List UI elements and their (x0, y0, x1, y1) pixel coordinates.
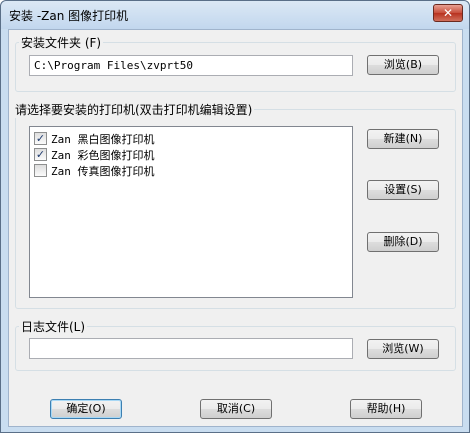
printer-checkbox[interactable]: ✓ (34, 148, 47, 161)
printer-checkbox[interactable] (34, 164, 47, 177)
printer-list-item[interactable]: ✓ Zan 彩色图像打印机 (34, 147, 155, 162)
printer-settings-button[interactable]: 设置(S) (367, 180, 439, 200)
printer-list-item[interactable]: Zan 传真图像打印机 (34, 163, 155, 178)
cancel-button[interactable]: 取消(C) (200, 399, 272, 419)
log-file-label: 日志文件(L) (19, 318, 88, 335)
printer-label: Zan 传真图像打印机 (51, 164, 155, 178)
printer-selection-label: 请选择要安装的打印机(双击打印机编辑设置) (13, 101, 255, 118)
install-folder-browse-button[interactable]: 浏览(B) (367, 55, 439, 75)
new-printer-button[interactable]: 新建(N) (367, 129, 439, 149)
installer-window: 安装 -Zan 图像打印机 ✕ 安装文件夹 (F) C:\Program Fil… (0, 0, 470, 433)
delete-printer-button[interactable]: 删除(D) (367, 232, 439, 252)
close-button[interactable]: ✕ (433, 4, 463, 22)
printer-list[interactable]: ✓ Zan 黑白图像打印机 ✓ Zan 彩色图像打印机 Zan 传真图像打印机 (29, 126, 353, 298)
close-icon: ✕ (442, 6, 454, 20)
ok-button[interactable]: 确定(O) (50, 399, 122, 419)
printer-label: Zan 黑白图像打印机 (51, 132, 155, 146)
log-file-browse-button[interactable]: 浏览(W) (367, 339, 439, 359)
log-file-input[interactable] (29, 338, 353, 359)
printer-list-item[interactable]: ✓ Zan 黑白图像打印机 (34, 131, 155, 146)
window-title: 安装 -Zan 图像打印机 (9, 9, 129, 23)
install-folder-label: 安装文件夹 (F) (19, 34, 104, 51)
install-folder-input[interactable]: C:\Program Files\zvprt50 (29, 55, 353, 76)
title-bar[interactable]: 安装 -Zan 图像打印机 ✕ (1, 1, 469, 29)
dialog-client-area: 安装文件夹 (F) C:\Program Files\zvprt50 浏览(B)… (8, 29, 463, 427)
printer-label: Zan 彩色图像打印机 (51, 148, 155, 162)
help-button[interactable]: 帮助(H) (350, 399, 422, 419)
printer-checkbox[interactable]: ✓ (34, 132, 47, 145)
